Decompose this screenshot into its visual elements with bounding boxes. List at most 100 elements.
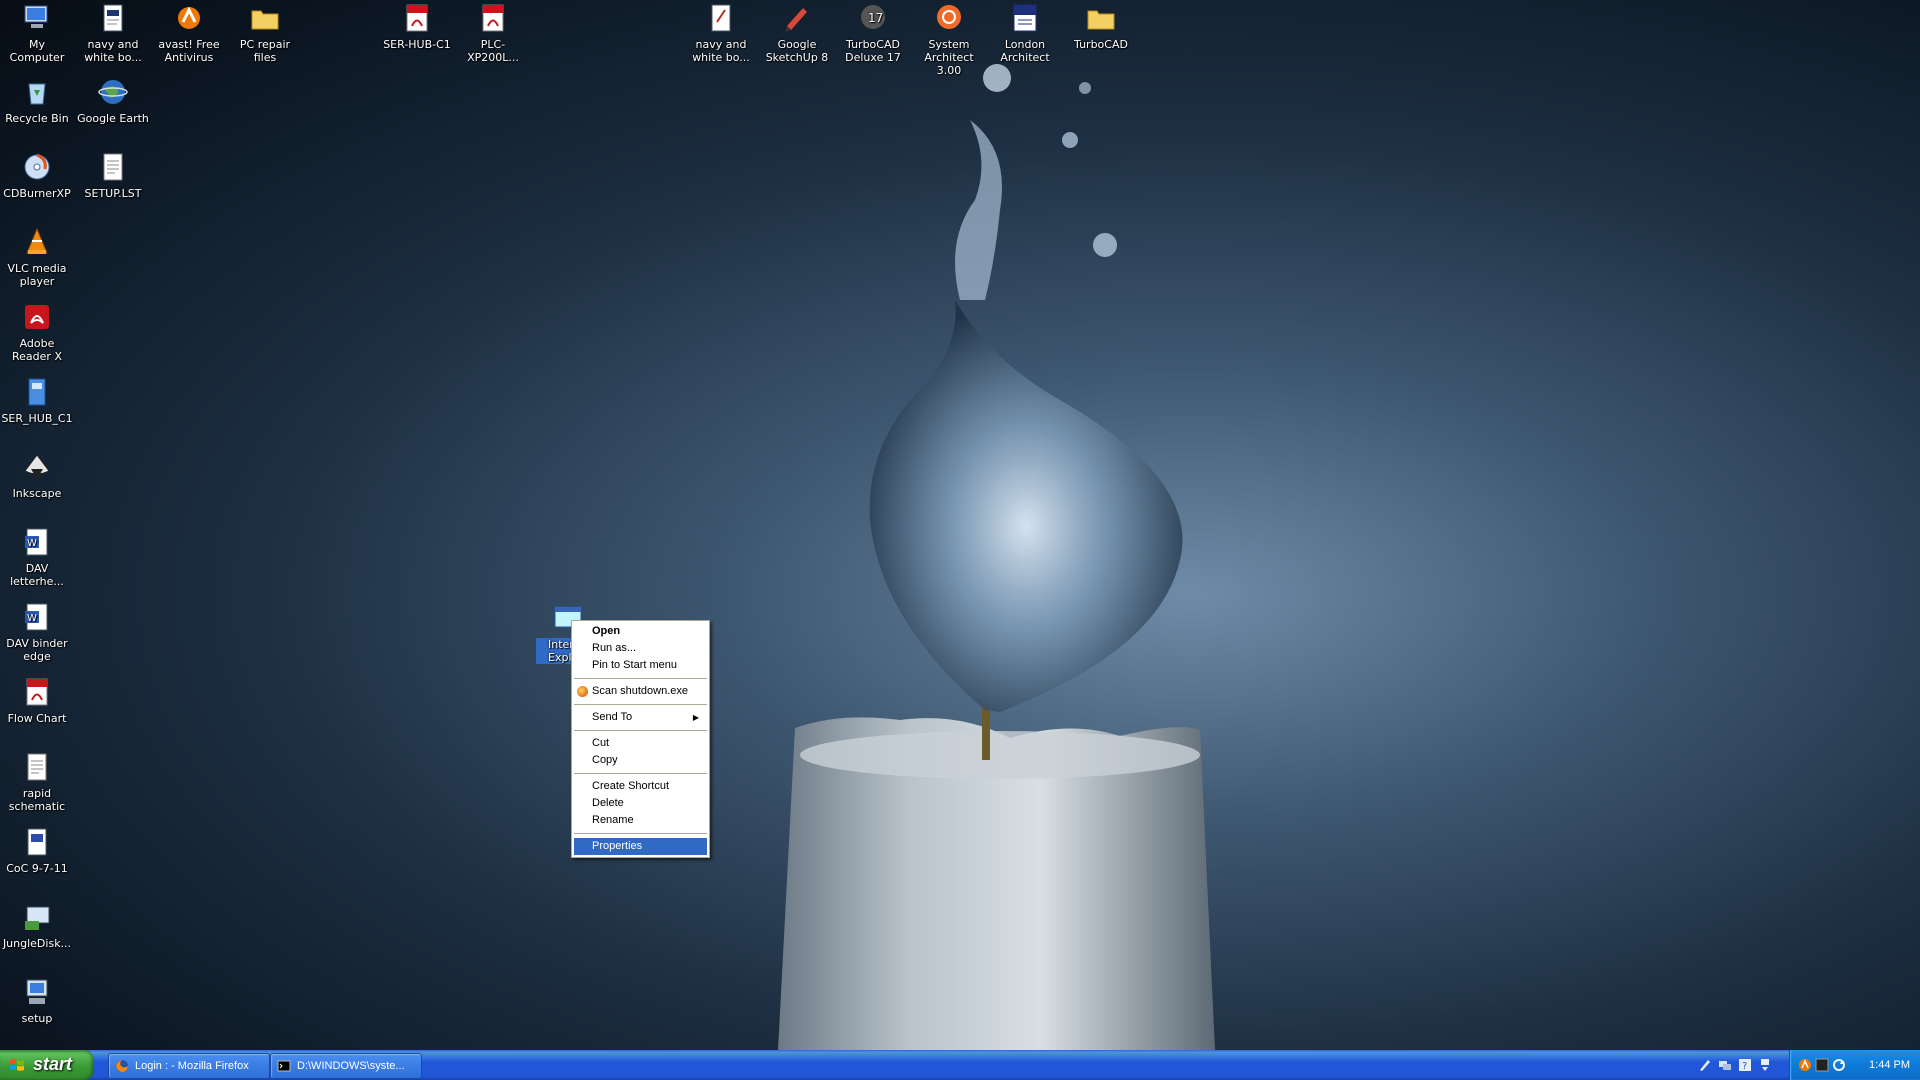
menu-item-delete[interactable]: Delete <box>574 795 707 812</box>
desktop-icon-dav-binder-edge[interactable]: W DAV binder edge <box>0 601 74 663</box>
icon-label: VLC media player <box>7 262 67 288</box>
london-architect-icon <box>1013 4 1037 32</box>
firefox-icon <box>116 1060 128 1072</box>
clock[interactable]: 1:44 PM <box>1869 1050 1910 1080</box>
monitor-tray-icon[interactable] <box>1815 1058 1829 1072</box>
icon-label: London Architect <box>1000 38 1050 64</box>
folder-icon <box>1087 10 1115 30</box>
icon-label: SER_HUB_C1 <box>1 412 73 425</box>
menu-item-properties[interactable]: Properties <box>574 838 707 855</box>
desktop-icon-rapid-schematic[interactable]: rapid schematic <box>0 751 74 813</box>
menu-separator <box>574 730 707 731</box>
inkscape-icon <box>24 454 50 479</box>
desktop-icon-flow-chart[interactable]: Flow Chart <box>0 676 74 725</box>
desktop-icon-coc[interactable]: CoC 9-7-11 <box>0 826 74 875</box>
desktop-icon-google-earth[interactable]: Google Earth <box>76 76 150 125</box>
taskbar-button-firefox[interactable]: Login : - Mozilla Firefox <box>108 1053 270 1079</box>
menu-item-label: Delete <box>592 797 624 809</box>
pdf-icon <box>482 4 504 32</box>
jungledisk-icon <box>25 906 50 930</box>
menu-item-cut[interactable]: Cut <box>574 735 707 752</box>
vlc-icon <box>26 227 48 254</box>
menu-separator <box>574 773 707 774</box>
windows-flag-icon <box>10 1059 24 1071</box>
svg-text:W: W <box>27 613 37 624</box>
menu-item-pin-to-start[interactable]: Pin to Start menu <box>574 657 707 674</box>
pdf-icon <box>406 4 428 32</box>
google-earth-icon <box>98 80 128 104</box>
taskbar-button-command-prompt[interactable]: D:\WINDOWS\syste... <box>270 1053 422 1079</box>
desktop-icon-dav-letterhead[interactable]: W DAV letterhe... <box>0 526 74 588</box>
desktop-icon-cdburnerxp[interactable]: CDBurnerXP <box>0 151 74 200</box>
icon-label: Google SketchUp 8 <box>765 38 829 64</box>
menu-item-copy[interactable]: Copy <box>574 752 707 769</box>
pen-tool-icon[interactable] <box>1698 1058 1712 1072</box>
desktop-icon-setup-lst[interactable]: SETUP.LST <box>76 151 150 200</box>
icon-label: Google Earth <box>77 112 149 125</box>
svg-text:17: 17 <box>868 11 883 25</box>
menu-separator <box>574 704 707 705</box>
desktop-icon-turbocad-deluxe[interactable]: 17 TurboCAD Deluxe 17 <box>836 2 910 64</box>
desktop-icon-system-architect[interactable]: System Architect 3.00 <box>912 2 986 77</box>
menu-item-label: Pin to Start menu <box>592 659 677 671</box>
start-button[interactable]: start <box>0 1050 94 1080</box>
icon-label: navy and white bo... <box>692 38 750 64</box>
computer-icon <box>24 5 48 28</box>
icon-label: TurboCAD <box>1074 38 1128 51</box>
icon-label: navy and white bo... <box>84 38 142 64</box>
icon-label: DAV letterhe... <box>10 562 64 588</box>
menu-item-label: Run as... <box>592 642 637 654</box>
desktop-icon-inkscape[interactable]: Inkscape <box>0 451 74 500</box>
menu-item-rename[interactable]: Rename <box>574 812 707 829</box>
icon-label: My Computer <box>9 38 65 64</box>
desktop-icon-navy-white-2[interactable]: navy and white bo... <box>684 2 758 64</box>
desktop-icon-ser-hub-c1-app[interactable]: SER_HUB_C1 <box>0 376 74 425</box>
icon-label: SETUP.LST <box>84 187 142 200</box>
menu-item-label: Send To <box>592 711 633 723</box>
system-architect-icon <box>937 5 961 29</box>
menu-item-scan[interactable]: Scan shutdown.exe <box>574 683 707 700</box>
avast-tray-icon[interactable] <box>1798 1058 1812 1072</box>
desktop-icon-turbocad-folder[interactable]: TurboCAD <box>1064 2 1138 51</box>
menu-item-create-shortcut[interactable]: Create Shortcut <box>574 778 707 795</box>
desktop-icon-jungledisk[interactable]: JungleDisk... <box>0 901 74 950</box>
avast-scan-icon <box>577 686 588 697</box>
pdf-icon <box>26 678 48 706</box>
desktop-icon-avast[interactable]: avast! Free Antivirus <box>152 2 226 64</box>
desktop-icon-london-architect[interactable]: London Architect <box>988 2 1062 64</box>
desktop-icon-vlc[interactable]: VLC media player <box>0 226 74 288</box>
desktop-icon-google-sketchup[interactable]: Google SketchUp 8 <box>760 2 834 64</box>
desktop-icon-adobe-reader[interactable]: Adobe Reader X <box>0 301 74 363</box>
desktop-icon-setup[interactable]: setup <box>0 976 74 1025</box>
menu-item-send-to[interactable]: Send To ▶ <box>574 709 707 726</box>
safely-remove-hardware-icon[interactable] <box>1758 1058 1772 1072</box>
text-file-icon <box>103 153 123 181</box>
desktop-icon-navy-white-1[interactable]: navy and white bo... <box>76 2 150 64</box>
desktop-icon-my-computer[interactable]: My Computer <box>0 2 74 64</box>
icon-label: rapid schematic <box>8 787 66 813</box>
desktop-icon-recycle-bin[interactable]: Recycle Bin <box>0 76 74 125</box>
help-icon[interactable]: ? <box>1738 1058 1752 1072</box>
document-icon <box>103 4 123 32</box>
folder-icon <box>251 10 279 30</box>
desktop-icon-pc-repair-files[interactable]: PC repair files <box>228 2 302 64</box>
menu-item-label: Open <box>592 625 621 637</box>
icon-label: Recycle Bin <box>5 112 69 125</box>
svg-text:W: W <box>27 538 37 549</box>
icon-label: SER-HUB-C1 <box>383 38 451 51</box>
icon-label: JungleDisk... <box>2 937 72 950</box>
text-file-icon <box>27 753 47 781</box>
icon-label: Adobe Reader X <box>12 337 62 363</box>
setup-icon <box>26 979 48 1004</box>
network-icon[interactable] <box>1718 1058 1732 1072</box>
icon-label: avast! Free Antivirus <box>158 38 220 64</box>
desktop-icon-ser-hub-c1-pdf[interactable]: SER-HUB-C1 <box>380 2 454 51</box>
menu-item-open[interactable]: Open <box>574 623 707 640</box>
update-tray-icon[interactable] <box>1832 1058 1846 1072</box>
desktop-icon-plc-xp200l[interactable]: PLC-XP200L... <box>456 2 530 64</box>
icon-label: System Architect 3.00 <box>924 38 974 77</box>
menu-item-label: Properties <box>592 840 643 852</box>
menu-item-run-as[interactable]: Run as... <box>574 640 707 657</box>
cdburner-icon <box>24 153 50 180</box>
task-label: Login : - Mozilla Firefox <box>135 1060 249 1072</box>
